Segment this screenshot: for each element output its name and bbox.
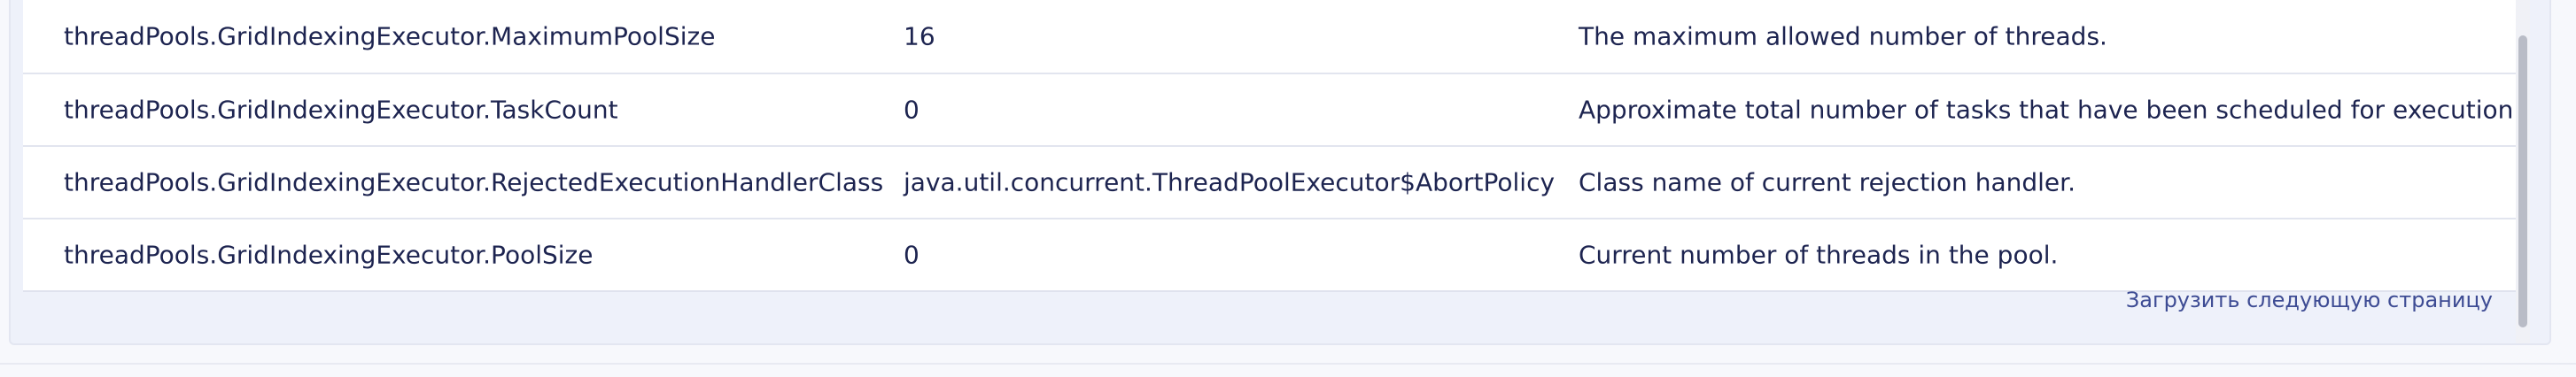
table-row: threadPools.GridIndexingExecutor.PoolSiz… (23, 218, 2516, 290)
vertical-scrollbar[interactable] (2516, 0, 2530, 343)
metric-value: 0 (904, 240, 919, 270)
metric-name: threadPools.GridIndexingExecutor.Maximum… (64, 21, 716, 51)
metric-description: Class name of current rejection handler. (1579, 167, 2076, 197)
metric-name: threadPools.GridIndexingExecutor.TaskCou… (64, 95, 618, 125)
table-row: threadPools.GridIndexingExecutor.Rejecte… (23, 145, 2516, 218)
load-next-page-link[interactable]: Загрузить следующую страницу (2126, 288, 2493, 312)
metrics-table: threadPools.GridIndexingExecutor.Maximum… (23, 0, 2521, 292)
metric-value: java.util.concurrent.ThreadPoolExecutor$… (904, 167, 1556, 197)
metric-description: The maximum allowed number of threads. (1579, 21, 2107, 51)
metric-description: Approximate total number of tasks that h… (1579, 95, 2522, 125)
metric-name: threadPools.GridIndexingExecutor.PoolSiz… (64, 240, 594, 270)
metrics-panel: threadPools.GridIndexingExecutor.Maximum… (9, 0, 2551, 345)
metric-value: 16 (904, 21, 935, 51)
metric-value: 0 (904, 95, 919, 125)
divider (0, 363, 2576, 365)
table-row: threadPools.GridIndexingExecutor.TaskCou… (23, 73, 2521, 145)
metric-description: Current number of threads in the pool. (1579, 240, 2059, 270)
metric-name: threadPools.GridIndexingExecutor.Rejecte… (64, 167, 884, 197)
scrollbar-thumb[interactable] (2518, 35, 2527, 327)
table-row: threadPools.GridIndexingExecutor.Maximum… (23, 0, 2516, 73)
